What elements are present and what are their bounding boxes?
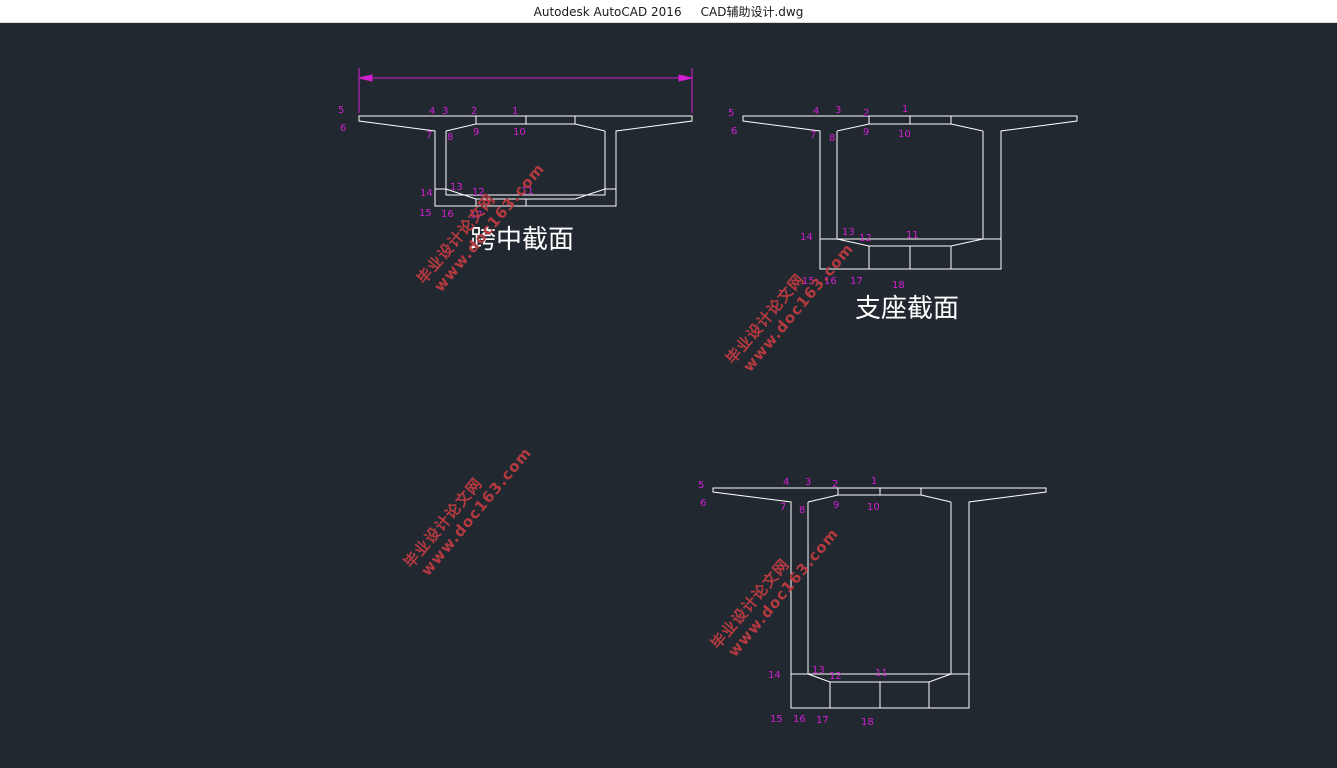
point-label: 15 <box>770 714 783 725</box>
point-label: 13 <box>842 227 855 238</box>
point-label: 2 <box>863 108 869 119</box>
point-label: 11 <box>875 668 888 679</box>
watermark-text-url: www.doc163.com <box>724 525 842 661</box>
width-dimension <box>358 68 693 113</box>
point-label: 18 <box>861 717 874 728</box>
point-label: 4 <box>813 106 819 117</box>
point-label: 8 <box>799 505 805 516</box>
point-label: 3 <box>805 477 811 488</box>
watermark-4: 毕业设计论文网 www.doc163.com <box>707 525 842 661</box>
point-label: 10 <box>898 129 911 140</box>
point-label: 5 <box>698 480 704 491</box>
point-label: 6 <box>700 498 706 509</box>
watermark-2: 毕业设计论文网 www.doc163.com <box>722 240 857 376</box>
point-label: 17 <box>850 276 863 287</box>
point-label: 16 <box>793 714 806 725</box>
point-label: 9 <box>833 500 839 511</box>
point-label: 7 <box>426 130 432 141</box>
drawing-canvas[interactable]: 跨中截面 支座截面 1 2 3 4 5 6 7 8 9 10 11 12 13 … <box>0 23 1337 768</box>
point-label: 13 <box>450 182 463 193</box>
point-label: 9 <box>473 127 479 138</box>
point-label: 9 <box>863 127 869 138</box>
point-label: 11 <box>906 230 919 241</box>
point-label: 12 <box>829 671 842 682</box>
title-bar[interactable]: Autodesk AutoCAD 2016 CAD辅助设计.dwg <box>0 0 1337 23</box>
point-label: 3 <box>442 106 448 117</box>
point-label: 17 <box>816 715 829 726</box>
watermark-text-url: www.doc163.com <box>739 240 857 376</box>
point-label: 15 <box>419 208 432 219</box>
point-label: 13 <box>812 665 825 676</box>
point-label: 4 <box>429 106 435 117</box>
watermark-3: 毕业设计论文网 www.doc163.com <box>400 444 535 580</box>
third-point-labels: 1 2 3 4 5 6 7 8 9 10 11 12 13 14 15 16 1… <box>698 476 888 728</box>
point-label: 1 <box>871 476 877 487</box>
point-label: 16 <box>441 209 454 220</box>
point-label: 12 <box>859 233 872 244</box>
point-label: 3 <box>835 105 841 116</box>
point-label: 6 <box>340 123 346 134</box>
point-label: 1 <box>902 104 908 115</box>
window-title: Autodesk AutoCAD 2016 CAD辅助设计.dwg <box>533 5 804 19</box>
point-label: 4 <box>783 477 789 488</box>
point-label: 6 <box>731 126 737 137</box>
watermark-1: 毕业设计论文网 www.doc163.com <box>413 160 548 296</box>
support-caption: 支座截面 <box>855 294 959 324</box>
point-label: 8 <box>447 132 453 143</box>
point-label: 5 <box>338 105 344 116</box>
point-label: 10 <box>867 502 880 513</box>
point-label: 8 <box>829 133 835 144</box>
point-label: 14 <box>800 232 813 243</box>
point-label: 14 <box>420 188 433 199</box>
point-label: 7 <box>780 502 786 513</box>
point-label: 10 <box>513 127 526 138</box>
point-label: 5 <box>728 108 734 119</box>
watermark-text-url: www.doc163.com <box>417 444 535 580</box>
point-label: 7 <box>810 130 816 141</box>
point-label: 2 <box>832 479 838 490</box>
point-label: 2 <box>471 106 477 117</box>
point-label: 14 <box>768 670 781 681</box>
point-label: 18 <box>892 280 905 291</box>
point-label: 1 <box>512 106 518 117</box>
